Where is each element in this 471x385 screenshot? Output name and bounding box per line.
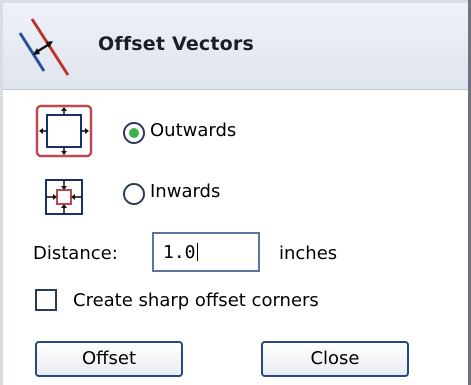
inwards-radio[interactable] [123,183,145,205]
outwards-label: Outwards [150,120,237,141]
distance-value: 1.0 [163,242,196,263]
distance-input[interactable]: 1.0 [152,232,260,272]
offset-vectors-dialog: Offset Vectors Outwards Inwards Distance… [0,0,471,385]
offset-inwards-icon [45,179,83,215]
text-caret [196,243,198,261]
offset-outwards-icon [35,104,93,158]
sharp-corners-label: Create sharp offset corners [73,290,319,311]
offset-button[interactable]: Offset [35,341,183,377]
outwards-radio[interactable] [123,122,145,144]
close-button[interactable]: Close [261,341,409,377]
distance-unit-label: inches [279,243,338,264]
radio-selected-dot [129,128,139,138]
sharp-corners-checkbox[interactable] [35,289,57,311]
distance-label: Distance: [33,243,118,264]
dialog-title: Offset Vectors [98,33,255,55]
offset-vectors-icon [18,18,70,76]
inwards-label: Inwards [150,181,221,202]
